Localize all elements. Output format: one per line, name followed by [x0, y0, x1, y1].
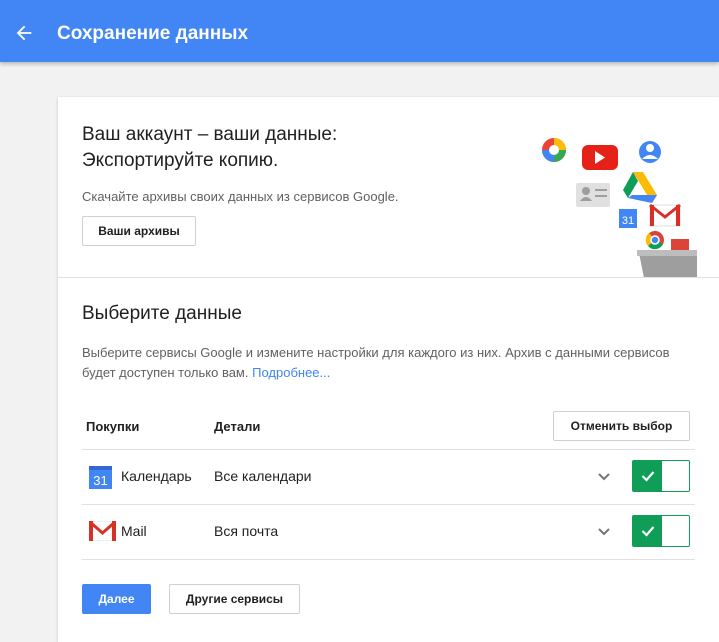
check-icon [633, 516, 662, 546]
column-header-product: Покупки [86, 419, 140, 434]
column-header-details: Детали [214, 419, 261, 434]
hero-title-line1: Ваш аккаунт – ваши данные: [82, 124, 338, 145]
product-name: Mail [121, 523, 147, 539]
service-toggle[interactable] [632, 515, 690, 547]
drive-icon [623, 172, 657, 203]
svg-text:31: 31 [93, 473, 107, 488]
table-divider [82, 504, 695, 505]
arrow-back-icon[interactable] [13, 22, 35, 44]
photos-icon [542, 138, 566, 162]
hero-subtitle: Скачайте архивы своих данных из сервисов… [82, 189, 399, 204]
svg-text:31: 31 [622, 215, 634, 227]
page-title: Сохранение данных [57, 23, 249, 44]
gmail-icon [89, 521, 116, 541]
youtube-icon [582, 145, 618, 170]
calendar-icon: 31 [89, 466, 112, 489]
product-details: Вся почта [214, 523, 279, 539]
select-data-description: Выберите сервисы Google и измените настр… [82, 343, 682, 383]
check-icon [633, 461, 662, 491]
hero-title-line2: Экспортируйте копию. [82, 150, 279, 171]
takeout-card: Ваш аккаунт – ваши данные: Экспортируйте… [58, 97, 719, 642]
chevron-down-icon[interactable] [597, 472, 611, 482]
chevron-down-icon[interactable] [597, 527, 611, 537]
chrome-icon [645, 231, 664, 250]
table-divider [82, 449, 695, 450]
next-button[interactable]: Далее [82, 584, 151, 614]
other-services-button[interactable]: Другие сервисы [169, 584, 300, 614]
profile-card-icon [576, 183, 610, 207]
table-divider [82, 559, 695, 560]
calendar-icon: 31 [619, 209, 637, 228]
product-name: Календарь [121, 468, 192, 484]
archive-box-icon [637, 239, 697, 278]
deselect-all-button[interactable]: Отменить выбор [553, 411, 690, 441]
gmail-icon [649, 203, 681, 227]
google-services-illustration: 31 [542, 138, 697, 278]
product-details: Все календари [214, 468, 312, 484]
hero-title: Ваш аккаунт – ваши данные: Экспортируйте… [82, 122, 402, 174]
select-data-title: Выберите данные [82, 303, 242, 324]
service-toggle[interactable] [632, 460, 690, 492]
hero-divider [58, 277, 719, 278]
app-bar: Сохранение данных [0, 0, 719, 62]
contacts-icon [639, 141, 661, 163]
more-info-link[interactable]: Подробнее... [252, 365, 330, 380]
description-text: Выберите сервисы Google и измените настр… [82, 345, 670, 380]
your-archives-button[interactable]: Ваши архивы [82, 216, 196, 246]
